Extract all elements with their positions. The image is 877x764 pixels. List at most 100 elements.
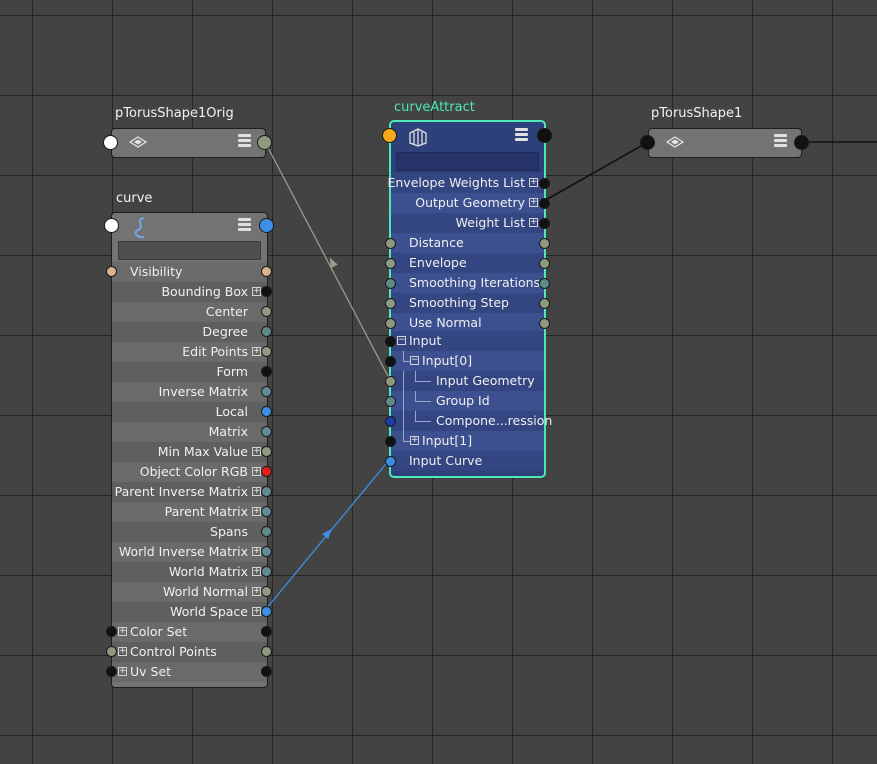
output-plug[interactable] — [537, 128, 552, 143]
attribute-menu-icon[interactable] — [515, 128, 528, 143]
attr-row-spans[interactable]: Spans — [112, 522, 267, 542]
expand-icon[interactable]: + — [529, 198, 538, 207]
wire-output-geometry-to-torus[interactable] — [543, 141, 649, 202]
output-plug-bounding-box[interactable] — [261, 286, 272, 297]
input-plug[interactable] — [640, 135, 655, 150]
attr-row-input0[interactable]: − Input[0] — [391, 351, 544, 371]
output-plug-use-normal[interactable] — [539, 318, 550, 329]
expand-icon[interactable]: + — [118, 627, 127, 636]
attr-row-input1[interactable]: + Input[1] — [391, 431, 544, 451]
input-plug-input-curve[interactable] — [385, 456, 396, 467]
attr-row-world-inverse-matrix[interactable]: World Inverse Matrix + — [112, 542, 267, 562]
attr-row-world-matrix[interactable]: World Matrix + — [112, 562, 267, 582]
attr-row-min-max-value[interactable]: Min Max Value + — [112, 442, 267, 462]
attr-row-form[interactable]: Form — [112, 362, 267, 382]
attr-row-inverse-matrix[interactable]: Inverse Matrix — [112, 382, 267, 402]
attr-row-group-id[interactable]: Group Id — [391, 391, 544, 411]
output-plug-center[interactable] — [261, 306, 272, 317]
wire-orig-to-input-geometry[interactable] — [264, 141, 391, 381]
attr-row-parent-inverse-matrix[interactable]: Parent Inverse Matrix + — [112, 482, 267, 502]
attr-row-color-set[interactable]: + Color Set — [112, 622, 267, 642]
output-plug-output-geometry[interactable] — [539, 198, 550, 209]
attr-row-object-color-rgb[interactable]: Object Color RGB + — [112, 462, 267, 482]
output-plug-object-color-rgb[interactable] — [261, 466, 272, 477]
node-torus[interactable] — [648, 128, 802, 158]
expand-icon[interactable]: + — [252, 347, 261, 356]
expand-icon[interactable]: + — [252, 467, 261, 476]
input-plug-color-set[interactable] — [106, 626, 117, 637]
output-plug-color-set[interactable] — [261, 626, 272, 637]
expand-icon[interactable]: + — [410, 436, 419, 445]
output-plug-world-space[interactable] — [261, 606, 272, 617]
node-editor-canvas[interactable]: pTorusShape1Orig pTorusShape1 curve Visi… — [0, 0, 877, 764]
output-plug-envelope-weights-list[interactable] — [539, 178, 550, 189]
attr-row-control-points[interactable]: + Control Points — [112, 642, 267, 662]
attr-row-local[interactable]: Local — [112, 402, 267, 422]
attr-row-distance[interactable]: Distance — [391, 233, 544, 253]
output-plug-min-max-value[interactable] — [261, 446, 272, 457]
output-plug-inverse-matrix[interactable] — [261, 386, 272, 397]
attr-row-use-normal[interactable]: Use Normal — [391, 313, 544, 333]
output-plug-world-inverse-matrix[interactable] — [261, 546, 272, 557]
expand-icon[interactable]: + — [252, 287, 261, 296]
node-curve-attract[interactable]: Envelope Weights List + Output Geometry + We… — [387, 120, 552, 478]
output-plug-parent-matrix[interactable] — [261, 506, 272, 517]
output-plug-smoothing-step[interactable] — [539, 298, 550, 309]
output-plug[interactable] — [257, 135, 272, 150]
search-field[interactable] — [396, 152, 539, 171]
output-plug[interactable] — [794, 135, 809, 150]
input-plug-envelope[interactable] — [385, 258, 396, 269]
expand-icon[interactable]: + — [252, 547, 261, 556]
output-plug-distance[interactable] — [539, 238, 550, 249]
output-plug-envelope[interactable] — [539, 258, 550, 269]
input-plug-input[interactable] — [385, 336, 396, 347]
input-plug-components[interactable] — [385, 416, 396, 427]
wire-world-space-to-input-curve[interactable] — [265, 458, 391, 610]
attr-row-world-space[interactable]: World Space + — [112, 602, 267, 622]
visibility-input-plug[interactable] — [106, 266, 117, 277]
input-plug[interactable] — [382, 128, 397, 143]
attr-row-edit-points[interactable]: Edit Points + — [112, 342, 267, 362]
attr-row-center[interactable]: Center — [112, 302, 267, 322]
output-plug-form[interactable] — [261, 366, 272, 377]
attr-row-smoothing-iterations[interactable]: Smoothing Iterations — [391, 273, 544, 293]
attr-row-envelope[interactable]: Envelope — [391, 253, 544, 273]
attr-row-parent-matrix[interactable]: Parent Matrix + — [112, 502, 267, 522]
input-plug[interactable] — [104, 218, 119, 233]
input-plug-uv-set[interactable] — [106, 666, 117, 677]
attr-row-degree[interactable]: Degree — [112, 322, 267, 342]
expand-icon[interactable]: + — [252, 447, 261, 456]
input-plug-group-id[interactable] — [385, 396, 396, 407]
output-plug-control-points[interactable] — [261, 646, 272, 657]
output-plug[interactable] — [259, 218, 274, 233]
attr-row-weight-list[interactable]: Weight List + — [391, 213, 544, 233]
attr-row-input-geometry[interactable]: Input Geometry — [391, 371, 544, 391]
expand-icon[interactable]: + — [252, 567, 261, 576]
attr-row-smoothing-step[interactable]: Smoothing Step — [391, 293, 544, 313]
attr-row-world-normal[interactable]: World Normal + — [112, 582, 267, 602]
collapse-icon[interactable]: − — [410, 356, 419, 365]
expand-icon[interactable]: + — [252, 507, 261, 516]
visibility-output-plug[interactable] — [261, 266, 272, 277]
node-curve[interactable]: Visibility Bounding Box + Center Degree Edit… — [111, 212, 268, 688]
output-plug-weight-list[interactable] — [539, 218, 550, 229]
expand-icon[interactable]: + — [118, 647, 127, 656]
input-plug-distance[interactable] — [385, 238, 396, 249]
search-field[interactable] — [118, 241, 261, 260]
output-plug-world-matrix[interactable] — [261, 566, 272, 577]
expand-icon[interactable]: + — [118, 667, 127, 676]
output-plug-degree[interactable] — [261, 326, 272, 337]
input-plug-smoothing-step[interactable] — [385, 298, 396, 309]
expand-icon[interactable]: + — [529, 178, 538, 187]
attr-row-output-geometry[interactable]: Output Geometry + — [391, 193, 544, 213]
input-plug-use-normal[interactable] — [385, 318, 396, 329]
attr-row-input-curve[interactable]: Input Curve — [391, 451, 544, 471]
expand-icon[interactable]: + — [252, 487, 261, 496]
expand-icon[interactable]: + — [252, 587, 261, 596]
node-torus-orig[interactable] — [111, 128, 266, 158]
expand-icon[interactable]: + — [252, 607, 261, 616]
output-plug-local[interactable] — [261, 406, 272, 417]
output-plug-edit-points[interactable] — [261, 346, 272, 357]
attribute-menu-icon[interactable] — [774, 134, 787, 149]
input-plug-input1[interactable] — [385, 436, 396, 447]
